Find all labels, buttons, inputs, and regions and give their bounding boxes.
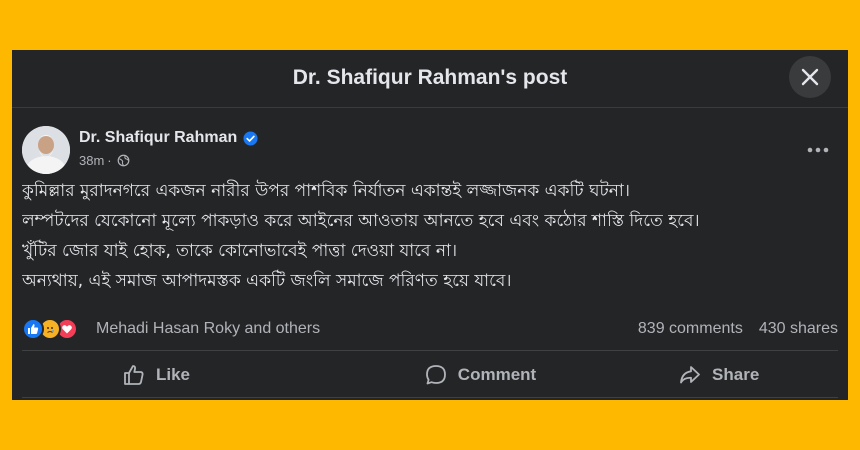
avatar-image — [22, 126, 70, 174]
modal-title: Dr. Shafiqur Rahman's post — [292, 66, 568, 89]
post-text: কুমিল্লার মুরাদনগরে একজন নারীর উপর পাশবি… — [22, 176, 838, 296]
like-reaction-icon — [22, 318, 44, 340]
more-dots-icon — [807, 147, 829, 153]
divider — [22, 350, 838, 351]
post-meta: 38m · — [79, 153, 130, 168]
comment-icon — [425, 365, 446, 385]
author-row: Dr. Shafiqur Rahman — [79, 129, 258, 147]
reaction-icons[interactable] — [22, 318, 78, 340]
post-header: Dr. Shafiqur Rahman 38m · — [22, 126, 838, 174]
comments-count[interactable]: 839 comments — [638, 320, 743, 338]
close-button[interactable] — [789, 56, 831, 98]
comment-button[interactable]: Comment — [361, 355, 600, 395]
engagement-counts: 839 comments 430 shares — [638, 320, 838, 338]
globe-icon — [117, 154, 130, 167]
thumbs-up-icon — [124, 365, 144, 385]
post-modal: Dr. Shafiqur Rahman's post Dr. Shafiqur … — [12, 50, 848, 400]
avatar[interactable] — [22, 126, 70, 174]
post-time[interactable]: 38m — [79, 153, 104, 168]
post-text-line: লম্পটদের যেকোনো মূল্যে পাকড়াও করে আইনের… — [22, 211, 700, 231]
meta-separator: · — [107, 153, 112, 168]
post-actions: Like Comment Share — [22, 355, 838, 395]
share-label: Share — [712, 365, 760, 384]
divider — [22, 397, 838, 398]
like-label: Like — [156, 365, 191, 384]
more-options-button[interactable] — [804, 136, 832, 164]
share-button[interactable]: Share — [599, 355, 838, 395]
modal-header: Dr. Shafiqur Rahman's post — [12, 50, 848, 108]
like-button[interactable]: Like — [22, 355, 361, 395]
share-icon — [680, 366, 700, 384]
post-text-line: খুঁটির জোর যাই হোক, তাকে কোনোভাবেই পাত্ত… — [22, 241, 458, 261]
shares-count[interactable]: 430 shares — [759, 320, 838, 338]
post-text-line: কুমিল্লার মুরাদনগরে একজন নারীর উপর পাশবি… — [22, 181, 630, 201]
post-text-line: অন্যথায়, এই সমাজ আপাদমস্তক একটি জংলি সম… — [22, 271, 512, 291]
close-icon — [801, 68, 819, 86]
reactor-names[interactable]: Mehadi Hasan Roky and others — [96, 320, 320, 338]
author-name[interactable]: Dr. Shafiqur Rahman — [79, 129, 237, 147]
comment-label: Comment — [457, 365, 537, 384]
reactions-summary: Mehadi Hasan Roky and others 839 comment… — [22, 316, 838, 344]
verified-badge-icon — [243, 130, 258, 146]
